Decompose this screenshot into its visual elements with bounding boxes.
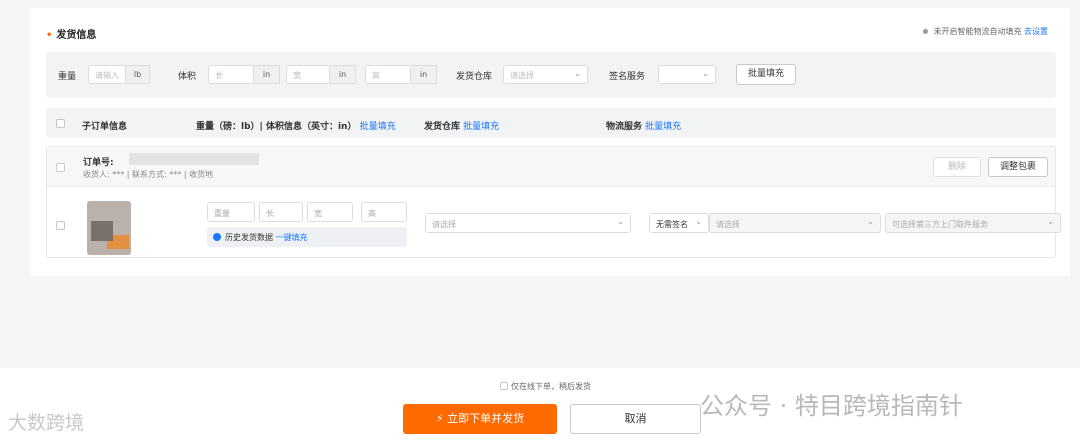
- one-click-fill-link[interactable]: 一键填充: [276, 233, 308, 242]
- select-all-checkbox[interactable]: [56, 119, 65, 128]
- weight-batch-fill-link[interactable]: 批量填充: [360, 122, 396, 132]
- warehouse-label: 发货仓库: [456, 72, 493, 82]
- width-unit: in: [330, 65, 356, 84]
- volume-label: 体积: [178, 72, 197, 82]
- shipping-info-card: • 发货信息 未开启智能物流自动填充 去设置 重量 请输入 lb 体积 长 in …: [30, 8, 1070, 276]
- chevron-down-icon: ⌄: [1047, 217, 1054, 226]
- chevron-down-icon: ⌄: [617, 217, 624, 226]
- batch-height-input[interactable]: 高: [365, 65, 411, 84]
- lightning-icon: ⚡: [435, 412, 444, 425]
- table-header: 子订单信息 重量（磅：lb）| 体积信息（英寸：in） 批量填充 发货仓库 批量…: [46, 108, 1056, 138]
- batch-warehouse-select[interactable]: 请选择 ⌄: [503, 65, 588, 84]
- order-header: 订单号: 收货人: *** | 联系方式: *** | 收货地 删除 调整包裹: [47, 147, 1055, 187]
- offline-checkbox[interactable]: [500, 382, 508, 390]
- col-sub-order: 子订单信息: [82, 122, 128, 132]
- info-dot-icon: [923, 29, 929, 34]
- history-shipping-data: 历史发货数据 一键填充: [207, 227, 407, 247]
- offline-order-option[interactable]: 仅在线下单，稍后发货: [500, 381, 591, 392]
- order-checkbox[interactable]: [56, 163, 65, 172]
- batch-length-input[interactable]: 长: [208, 65, 254, 84]
- watermark-left: 大数跨境: [8, 412, 85, 434]
- length-unit: in: [254, 65, 280, 84]
- batch-fill-bar: 重量 请输入 lb 体积 长 in 宽 in 高 in 发货仓库 请选择 ⌄ 签名…: [46, 52, 1056, 98]
- weight-label: 重量: [58, 72, 77, 82]
- warehouse-batch-fill-link[interactable]: 批量填充: [463, 122, 499, 132]
- go-settings-link[interactable]: 去设置: [1024, 27, 1048, 36]
- item-sign-select[interactable]: 无需签名 ⌄: [649, 213, 709, 233]
- watermark-right: 公众号 · 特目跨境指南针: [700, 392, 963, 420]
- item-logistics-select[interactable]: 请选择 ⌄: [709, 213, 881, 233]
- section-title: • 发货信息: [46, 30, 97, 41]
- chevron-down-icon: ⌄: [574, 69, 581, 78]
- height-unit: in: [411, 65, 437, 84]
- batch-weight-input[interactable]: 请输入: [88, 65, 126, 84]
- item-width-input[interactable]: 宽: [307, 202, 353, 222]
- cancel-button[interactable]: 取消: [570, 404, 701, 434]
- auto-fill-tip: 未开启智能物流自动填充 去设置: [923, 26, 1048, 37]
- order-number-redacted: [129, 153, 259, 165]
- pickup-service-select[interactable]: 可选择第三方上门取件服务 ⌄: [885, 213, 1061, 233]
- order-and-ship-button[interactable]: ⚡ 立即下单并发货: [403, 404, 557, 434]
- item-checkbox[interactable]: [56, 221, 65, 230]
- weight-unit: lb: [126, 65, 150, 84]
- batch-width-input[interactable]: 宽: [286, 65, 330, 84]
- sign-service-label: 签名服务: [609, 72, 646, 82]
- item-warehouse-select[interactable]: 请选择 ⌄: [425, 213, 631, 233]
- product-thumbnail: [87, 201, 131, 255]
- order-block: 订单号: 收货人: *** | 联系方式: *** | 收货地 删除 调整包裹 …: [46, 146, 1061, 258]
- batch-sign-select[interactable]: ⌄: [658, 65, 716, 84]
- col-logistics: 物流服务 批量填充: [606, 122, 682, 132]
- delete-button[interactable]: 删除: [933, 157, 981, 177]
- col-weight-dims: 重量（磅：lb）| 体积信息（英寸：in） 批量填充: [196, 122, 396, 132]
- chevron-down-icon: ⌄: [695, 217, 702, 226]
- chevron-down-icon: ⌄: [702, 69, 709, 78]
- receiver-info: 收货人: *** | 联系方式: *** | 收货地: [83, 170, 214, 179]
- info-icon: [213, 233, 221, 241]
- order-number-label: 订单号:: [83, 158, 114, 168]
- item-length-input[interactable]: 长: [259, 202, 303, 222]
- batch-fill-button[interactable]: 批量填充: [736, 64, 796, 85]
- col-warehouse: 发货仓库 批量填充: [424, 122, 500, 132]
- chevron-down-icon: ⌄: [867, 217, 874, 226]
- logistics-batch-fill-link[interactable]: 批量填充: [645, 122, 681, 132]
- adjust-package-button[interactable]: 调整包裹: [988, 157, 1048, 177]
- item-height-input[interactable]: 高: [361, 202, 407, 222]
- item-weight-input[interactable]: 重量: [207, 202, 255, 222]
